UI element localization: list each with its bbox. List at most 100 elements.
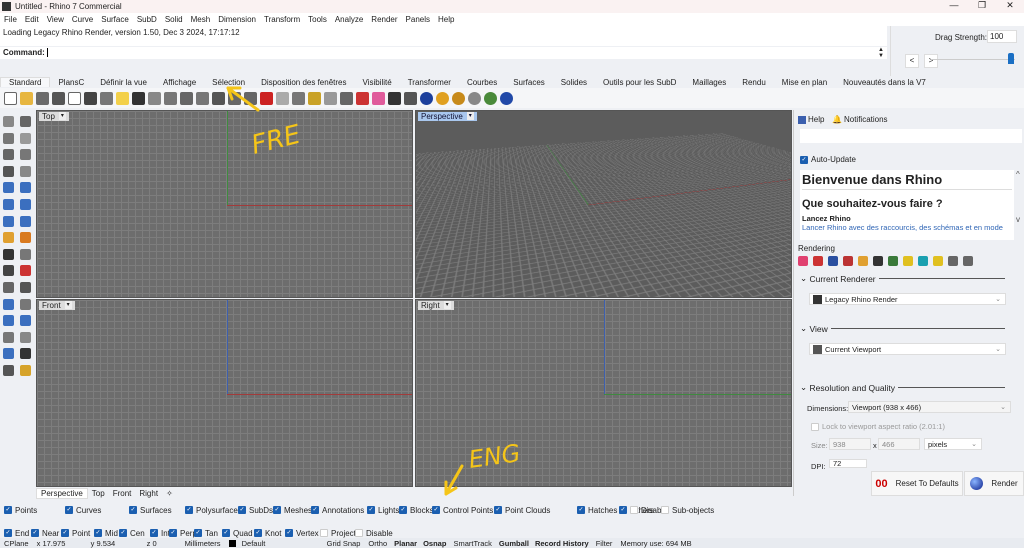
left-tool-icon[interactable]	[3, 248, 14, 260]
size-units-select[interactable]: pixels ⌄	[924, 438, 982, 450]
section-current-renderer[interactable]: ⌄ Current Renderer	[800, 273, 1005, 284]
left-tool-icon[interactable]	[20, 315, 31, 327]
filters-annotations[interactable]: ✓ Annotations	[311, 506, 364, 515]
toolbar-tab[interactable]: Courbes	[459, 78, 505, 87]
toolbar-tab[interactable]: Mise en plan	[774, 78, 835, 87]
osnap-toggle[interactable]: Osnap	[420, 539, 449, 548]
section-resolution-quality[interactable]: ⌄ Resolution and Quality	[800, 382, 1005, 393]
filters-point-clouds[interactable]: ✓ Point Clouds	[494, 506, 550, 515]
left-tool-icon[interactable]	[20, 215, 31, 227]
left-tool-icon[interactable]	[20, 232, 31, 244]
osnaps-disable[interactable]: Disable	[355, 529, 393, 538]
toolbar-tool-icon[interactable]	[180, 91, 193, 105]
slider-thumb[interactable]	[1008, 53, 1014, 64]
smarttrack-toggle[interactable]: SmartTrack	[449, 539, 495, 548]
toolbar-tool-icon[interactable]	[436, 91, 449, 105]
left-tool-icon[interactable]	[3, 281, 14, 293]
left-tool-icon[interactable]	[3, 331, 14, 343]
viewport-tab[interactable]: Perspective	[36, 487, 88, 499]
record-history-toggle[interactable]: Record History	[532, 539, 592, 548]
units[interactable]: Millimeters	[181, 539, 225, 548]
osnaps-knot[interactable]: ✓ Knot	[254, 529, 281, 538]
dimensions-select[interactable]: Viewport (938 x 466) ⌄	[848, 401, 1011, 413]
viewport-tab[interactable]: ✧	[162, 489, 177, 498]
left-tool-icon[interactable]	[20, 132, 31, 144]
dpi-input[interactable]: 72	[829, 459, 867, 468]
rendering-tool-icon[interactable]	[798, 256, 808, 266]
left-tool-icon[interactable]	[20, 364, 31, 376]
rendering-tool-icon[interactable]	[933, 256, 943, 266]
menu-subd[interactable]: SubD	[133, 15, 161, 24]
filters-polysurfaces[interactable]: ✓ Polysurfaces	[185, 506, 242, 515]
menu-dimension[interactable]: Dimension	[214, 15, 260, 24]
command-scroll-arrows[interactable]: ▲ ▼	[876, 47, 886, 59]
menu-view[interactable]: View	[43, 15, 68, 24]
filters-subds[interactable]: ✓ SubDs	[238, 506, 273, 515]
width-input[interactable]: 938	[829, 438, 871, 450]
gumball-toggle[interactable]: Gumball	[496, 539, 532, 548]
filters-curves[interactable]: ✓ Curves	[65, 506, 101, 515]
toolbar-tool-icon[interactable]	[308, 91, 321, 105]
toolbar-tool-icon[interactable]	[68, 91, 81, 105]
viewport-perspective[interactable]: Perspective ▾	[415, 110, 792, 298]
menu-help[interactable]: Help	[434, 15, 458, 24]
toolbar-tool-icon[interactable]	[212, 91, 225, 105]
chevron-down-icon[interactable]: ▾	[64, 301, 72, 309]
close-button[interactable]: ✕	[996, 0, 1024, 11]
menu-edit[interactable]: Edit	[21, 15, 43, 24]
osnaps-perp[interactable]: ✓ Perp	[169, 529, 197, 538]
rendering-tool-icon[interactable]	[963, 256, 973, 266]
filters-meshes[interactable]: ✓ Meshes	[273, 506, 312, 515]
viewport-tab[interactable]: Right	[135, 489, 162, 498]
toolbar-tab[interactable]: Disposition des fenêtres	[253, 78, 354, 87]
left-tool-icon[interactable]	[3, 364, 14, 376]
toolbar-tab[interactable]: Définir la vue	[92, 78, 155, 87]
filters-surfaces[interactable]: ✓ Surfaces	[129, 506, 172, 515]
left-tool-icon[interactable]	[20, 116, 31, 127]
left-tool-icon[interactable]	[3, 232, 14, 244]
ortho-toggle[interactable]: Ortho	[364, 539, 391, 548]
viewport-label-perspective[interactable]: Perspective ▾	[418, 112, 477, 121]
help-search-input[interactable]	[800, 129, 1022, 143]
rendering-tool-icon[interactable]	[813, 256, 823, 266]
left-tool-icon[interactable]	[20, 331, 31, 343]
planar-toggle[interactable]: Planar	[391, 539, 420, 548]
viewport-top[interactable]: Top ▾	[36, 110, 413, 298]
toolbar-tool-icon[interactable]	[420, 91, 433, 105]
view-select[interactable]: Current Viewport ⌄	[809, 343, 1006, 355]
toolbar-tool-icon[interactable]	[52, 91, 65, 105]
left-tool-icon[interactable]	[20, 182, 31, 194]
viewport-label-top[interactable]: Top ▾	[39, 112, 69, 121]
left-tool-icon[interactable]	[20, 265, 31, 277]
menu-tools[interactable]: Tools	[304, 15, 331, 24]
osnaps-project[interactable]: Project	[320, 529, 356, 538]
toolbar-tab[interactable]: PlansC	[50, 78, 92, 87]
toolbar-tool-icon[interactable]	[244, 91, 257, 105]
menu-mesh[interactable]: Mesh	[187, 15, 215, 24]
osnaps-mid[interactable]: ✓ Mid	[94, 529, 118, 538]
tab-help[interactable]: Help	[798, 115, 824, 124]
toolbar-tool-icon[interactable]	[276, 91, 289, 105]
toolbar-tool-icon[interactable]	[148, 91, 161, 105]
left-tool-icon[interactable]	[3, 132, 14, 144]
menu-analyze[interactable]: Analyze	[331, 15, 367, 24]
auto-update-checkbox[interactable]: ✓ Auto-Update	[800, 155, 856, 164]
toolbar-tool-icon[interactable]	[228, 91, 241, 105]
filters-points[interactable]: ✓ Points	[4, 506, 37, 515]
toolbar-tool-icon[interactable]	[20, 91, 33, 105]
osnaps-point[interactable]: ✓ Point	[61, 529, 90, 538]
rendering-tool-icon[interactable]	[918, 256, 928, 266]
toolbar-tool-icon[interactable]	[196, 91, 209, 105]
osnaps-vertex[interactable]: ✓ Vertex	[285, 529, 319, 538]
command-line[interactable]: Command:	[0, 47, 887, 59]
cplane-label[interactable]: CPlane	[0, 539, 33, 548]
toolbar-tab[interactable]: Sélection	[204, 78, 253, 87]
toolbar-tool-icon[interactable]	[116, 91, 129, 105]
lock-aspect-checkbox[interactable]: Lock to viewport aspect ratio (2.01:1)	[811, 422, 945, 431]
current-layer[interactable]: Default	[225, 539, 323, 548]
menu-file[interactable]: File	[0, 15, 21, 24]
left-tool-icon[interactable]	[3, 315, 14, 327]
toolbar-tool-icon[interactable]	[84, 91, 97, 105]
toolbar-tool-icon[interactable]	[500, 91, 513, 105]
left-tool-icon[interactable]	[3, 198, 14, 210]
